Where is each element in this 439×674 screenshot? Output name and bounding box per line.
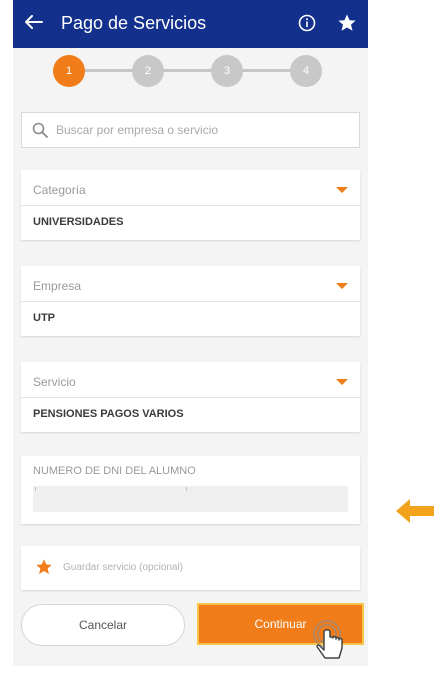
chevron-down-icon xyxy=(336,283,348,289)
search-placeholder: Buscar por empresa o servicio xyxy=(56,123,219,137)
phone-screen: Pago de Servicios 1 2 3 4 Buscar por emp… xyxy=(13,0,368,666)
service-value: PENSIONES PAGOS VARIOS xyxy=(33,408,184,420)
cancel-button[interactable]: Cancelar xyxy=(21,604,185,646)
chevron-down-icon xyxy=(336,379,348,385)
back-arrow-icon xyxy=(25,15,43,29)
back-button[interactable] xyxy=(23,10,45,34)
info-icon[interactable] xyxy=(298,14,316,32)
dni-card: NUMERO DE DNI DEL ALUMNO xyxy=(21,456,360,524)
service-select[interactable]: Servicio PENSIONES PAGOS VARIOS xyxy=(21,362,360,432)
step-3: 3 xyxy=(211,55,243,87)
category-label: Categoría xyxy=(33,183,86,197)
service-label: Servicio xyxy=(33,375,76,389)
category-select[interactable]: Categoría UNIVERSIDADES xyxy=(21,170,360,240)
divider xyxy=(21,301,360,302)
divider xyxy=(21,397,360,398)
search-icon xyxy=(32,122,48,138)
hand-pointer-icon xyxy=(313,620,343,659)
dni-input[interactable] xyxy=(33,486,348,512)
step-4: 4 xyxy=(290,55,322,87)
page-title: Pago de Servicios xyxy=(61,13,207,33)
category-value: UNIVERSIDADES xyxy=(33,216,124,228)
stepper-line xyxy=(85,69,313,72)
arrow-left-icon xyxy=(396,499,434,523)
input-tick xyxy=(186,487,187,491)
save-service-option[interactable]: Guardar servicio (opcional) xyxy=(21,546,360,590)
search-input[interactable]: Buscar por empresa o servicio xyxy=(21,112,360,148)
app-header: Pago de Servicios xyxy=(13,0,368,48)
input-tick xyxy=(35,487,36,491)
divider xyxy=(21,205,360,206)
company-value: UTP xyxy=(33,312,55,324)
star-icon xyxy=(36,559,52,575)
chevron-down-icon xyxy=(336,187,348,193)
star-icon[interactable] xyxy=(337,13,357,33)
dni-label: NUMERO DE DNI DEL ALUMNO xyxy=(33,465,196,477)
company-select[interactable]: Empresa UTP xyxy=(21,266,360,336)
step-1: 1 xyxy=(53,55,85,87)
step-2: 2 xyxy=(132,55,164,87)
progress-stepper: 1 2 3 4 xyxy=(13,50,368,90)
save-service-label: Guardar servicio (opcional) xyxy=(63,562,184,573)
company-label: Empresa xyxy=(33,279,82,293)
